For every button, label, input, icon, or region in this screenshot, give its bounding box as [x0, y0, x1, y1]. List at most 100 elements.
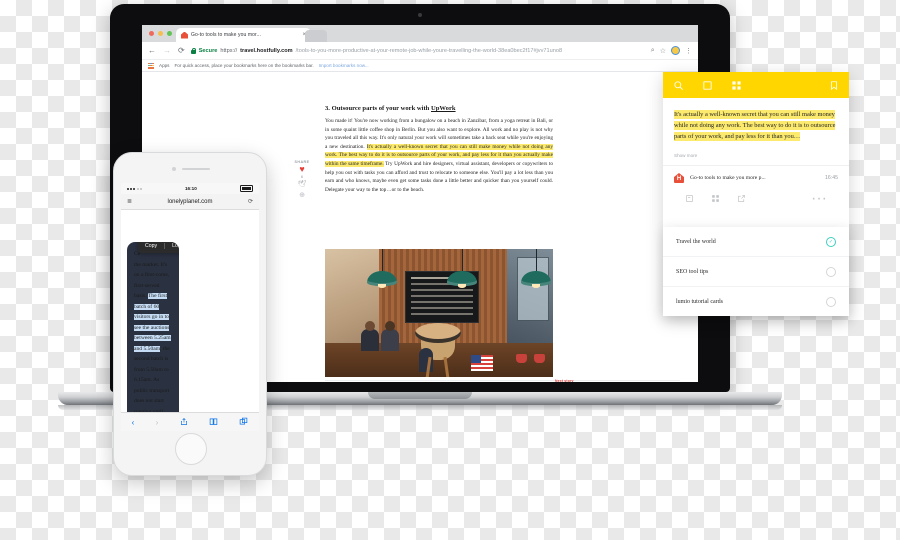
- quote-text: It's actually a well-known secret that y…: [674, 109, 838, 142]
- heading-text: 3. Outsource parts of your work with: [325, 105, 431, 112]
- article-body: 3. Outsource parts of your work with UpW…: [325, 105, 553, 194]
- back-chevron-icon[interactable]: ‹: [132, 418, 135, 427]
- copy-button[interactable]: Copy: [138, 242, 166, 249]
- bookmarks-icon[interactable]: [209, 417, 218, 428]
- search-icon[interactable]: ⌕: [651, 47, 655, 55]
- tabs-icon[interactable]: [239, 417, 248, 428]
- text-selection-popup[interactable]: Copy Look Up Share...: [138, 242, 179, 253]
- article-paragraph: You made it! You're now working from a b…: [325, 117, 553, 194]
- search-icon[interactable]: [673, 80, 684, 91]
- safari-address-bar[interactable]: ≣ lonelyplanet.com ⟳: [121, 194, 259, 210]
- card-title: Go-to tools to make you more p...: [690, 175, 766, 181]
- phone-speaker: [182, 168, 210, 171]
- show-more-link[interactable]: Show more: [663, 148, 849, 165]
- navigation-controls: ← → ⟳: [148, 45, 185, 55]
- selected-text[interactable]: The first batch of 60 visitors go in to …: [134, 293, 171, 352]
- share-icon[interactable]: [180, 417, 188, 428]
- status-clock: 16:10: [185, 186, 197, 191]
- battery-icon: [240, 185, 253, 192]
- back-icon[interactable]: ←: [148, 46, 156, 55]
- list-item[interactable]: lumio tutorial cards: [663, 287, 849, 316]
- radio-icon[interactable]: [826, 296, 836, 307]
- bookmarks-hint: For quick access, place your bookmarks h…: [174, 63, 314, 68]
- secure-label: Secure: [198, 47, 218, 54]
- list-item-label: lumio tutorial cards: [676, 298, 723, 305]
- bookmark-icon[interactable]: [829, 80, 839, 91]
- import-bookmarks-link[interactable]: Import bookmarks now...: [319, 63, 369, 68]
- share-icon[interactable]: [737, 190, 746, 208]
- card-initial: H: [676, 176, 682, 182]
- browser-toolbar: ← → ⟳ Secure https:// travel.hostfully.c…: [142, 42, 698, 60]
- reload-icon[interactable]: ⟳: [178, 46, 185, 55]
- safari-toolbar: ‹ ›: [121, 412, 259, 431]
- toolbar-icons: ⌕ ☆ ⋮: [651, 46, 692, 55]
- photo-window: [517, 257, 549, 321]
- square-icon[interactable]: [702, 80, 713, 91]
- heart-icon[interactable]: ♥: [290, 164, 314, 174]
- phone-home-button[interactable]: [175, 433, 207, 465]
- signal-icon: [127, 187, 142, 190]
- quote-highlight: It's actually a well-known secret that y…: [674, 110, 836, 141]
- close-window-button[interactable]: [149, 31, 154, 36]
- photo-flag: [471, 355, 493, 371]
- avatar[interactable]: [671, 46, 680, 55]
- maximize-window-button[interactable]: [167, 31, 172, 36]
- browser-tabstrip: Go-to tools to make you mor... ×: [142, 25, 698, 42]
- article-heading: 3. Outsource parts of your work with UpW…: [325, 105, 553, 112]
- look-up-button[interactable]: Look Up: [165, 243, 179, 249]
- next-story-label: Next story: [555, 379, 574, 382]
- hostfully-house-icon: H: [674, 173, 684, 183]
- phone-device: 16:10 ≣ lonelyplanet.com ⟳ Copy Look Up …: [113, 152, 267, 476]
- photo-seated-person: [381, 321, 399, 351]
- laptop-camera: [418, 13, 422, 17]
- screenshot-canvas: Go-to tools to make you mor... × ← → ⟳ S…: [0, 0, 900, 540]
- url-path: /tools-to-you-more-productive-at-your-re…: [295, 47, 563, 54]
- list-item[interactable]: SEO tool tips: [663, 257, 849, 287]
- phone-paragraph: Ce the market. It's on a first-come, firs…: [134, 249, 172, 431]
- list-item-label: Travel the world: [676, 238, 716, 245]
- safari-url[interactable]: lonelyplanet.com: [132, 199, 248, 205]
- lumio-collection-list: Travel the world ✓ SEO tool tips lumio t…: [663, 227, 849, 316]
- lumio-toolbar: [663, 72, 849, 98]
- menu-icon[interactable]: ⋮: [685, 47, 692, 55]
- selected-check-icon[interactable]: ✓: [826, 236, 836, 247]
- heading-link[interactable]: UpWork: [431, 105, 456, 112]
- laptop-notch: [368, 392, 472, 399]
- next-story[interactable]: Next story Ski trip to-do's and do...: [555, 379, 615, 382]
- url-scheme: https://: [220, 47, 238, 54]
- reload-icon[interactable]: ⟳: [248, 198, 253, 205]
- address-bar[interactable]: Secure https:// travel.hostfully.com /to…: [190, 47, 645, 54]
- forward-chevron-icon: ›: [155, 417, 159, 427]
- window-controls[interactable]: [149, 31, 172, 36]
- grid-icon[interactable]: [731, 80, 742, 91]
- grid-icon[interactable]: [711, 190, 720, 208]
- forward-icon: →: [163, 45, 171, 55]
- star-icon[interactable]: ☆: [660, 47, 666, 55]
- apps-label[interactable]: Apps: [159, 63, 169, 68]
- note-icon[interactable]: [685, 190, 694, 208]
- lumio-source-card[interactable]: H Go-to tools to make you more p... 16:4…: [663, 165, 849, 220]
- list-item[interactable]: Travel the world ✓: [663, 227, 849, 257]
- lock-icon: [190, 47, 197, 54]
- bookmarks-bar: Apps For quick access, place your bookma…: [142, 60, 698, 72]
- radio-icon[interactable]: [826, 266, 836, 277]
- more-icon[interactable]: ···: [811, 190, 827, 208]
- article-footer-actions: ♥ 6 ◯ 🕊 ⊛ ⚐: [325, 380, 680, 382]
- share-rail: SHARE ♥ 6 🕊 ⊕: [290, 160, 314, 201]
- browser-tab-inactive[interactable]: [305, 30, 327, 42]
- phone-camera: [172, 167, 176, 171]
- photo-cup: [534, 354, 545, 363]
- phone-page-content: Copy Look Up Share... Cethe market. It's…: [127, 242, 179, 431]
- photo-person-with-hat: [413, 323, 463, 377]
- list-item-label: SEO tool tips: [676, 268, 709, 275]
- apps-grid-icon[interactable]: [148, 62, 154, 69]
- browser-tab-active[interactable]: Go-to tools to make you mor... ×: [176, 28, 311, 42]
- tab-title: Go-to tools to make you mor...: [191, 32, 261, 38]
- card-row: H Go-to tools to make you more p... 16:4…: [674, 173, 838, 183]
- more-share-icon[interactable]: ⊕: [290, 190, 314, 201]
- url-host: travel.hostfully.com: [240, 47, 293, 54]
- card-actions: ···: [674, 183, 838, 216]
- twitter-icon[interactable]: 🕊: [290, 179, 314, 190]
- minimize-window-button[interactable]: [158, 31, 163, 36]
- photo-seated-person: [361, 321, 379, 351]
